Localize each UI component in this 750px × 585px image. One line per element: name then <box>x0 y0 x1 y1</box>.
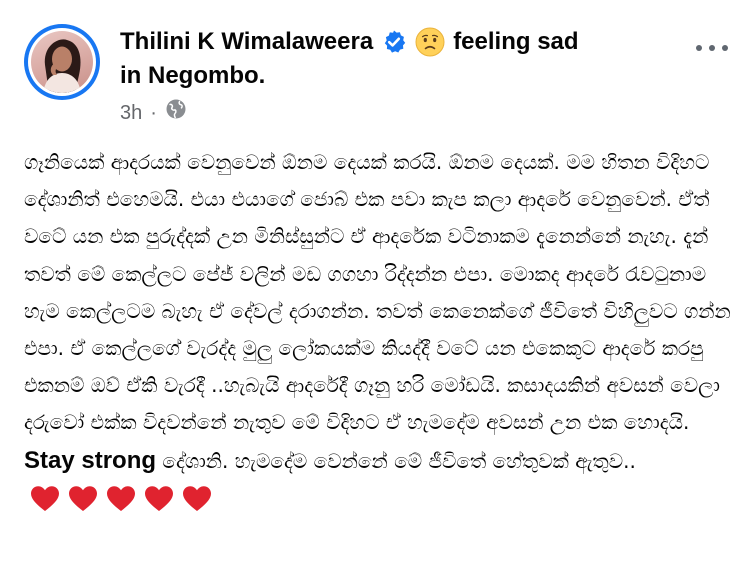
location-line: in Negombo. <box>120 60 265 92</box>
facebook-post: Thilini K Wimalaweera feeling sad in Neg… <box>0 0 750 585</box>
sad-face-emoji <box>415 27 445 57</box>
globe-icon[interactable] <box>165 98 187 128</box>
more-options-icon[interactable] <box>696 38 728 58</box>
feeling-activity[interactable]: feeling sad <box>453 26 578 58</box>
post-text-strong: Stay strong <box>24 446 157 474</box>
heart-emoji <box>106 485 136 513</box>
post-text-part1: ගෑනියෙක් ආදරයක් වෙනුවෙන් ඕනම දෙයක් කරයි.… <box>24 150 731 435</box>
location-prefix: in <box>120 62 142 89</box>
post-text-part2: දේශානි. හැමදේම වෙන්නේ මේ ජීවිතේ හේතුවක් … <box>162 448 636 473</box>
post-meta: 3h · <box>120 98 187 128</box>
heart-emoji <box>182 485 212 513</box>
post-header: Thilini K Wimalaweera feeling sad <box>120 26 579 58</box>
hearts-group <box>30 485 212 513</box>
post-body: ගෑනියෙක් ආදරයක් වෙනුවෙන් ඕනම දෙයක් කරයි.… <box>24 144 732 517</box>
heart-emoji <box>68 485 98 513</box>
verified-badge-icon <box>381 29 407 55</box>
author-name[interactable]: Thilini K Wimalaweera <box>120 26 373 58</box>
heart-emoji <box>30 485 60 513</box>
profile-photo <box>31 31 93 93</box>
meta-separator: · <box>150 102 157 124</box>
location-link[interactable]: Negombo <box>148 62 259 89</box>
timestamp[interactable]: 3h <box>120 99 142 127</box>
heart-emoji <box>144 485 174 513</box>
location-suffix: . <box>258 62 266 89</box>
avatar[interactable] <box>24 24 100 100</box>
